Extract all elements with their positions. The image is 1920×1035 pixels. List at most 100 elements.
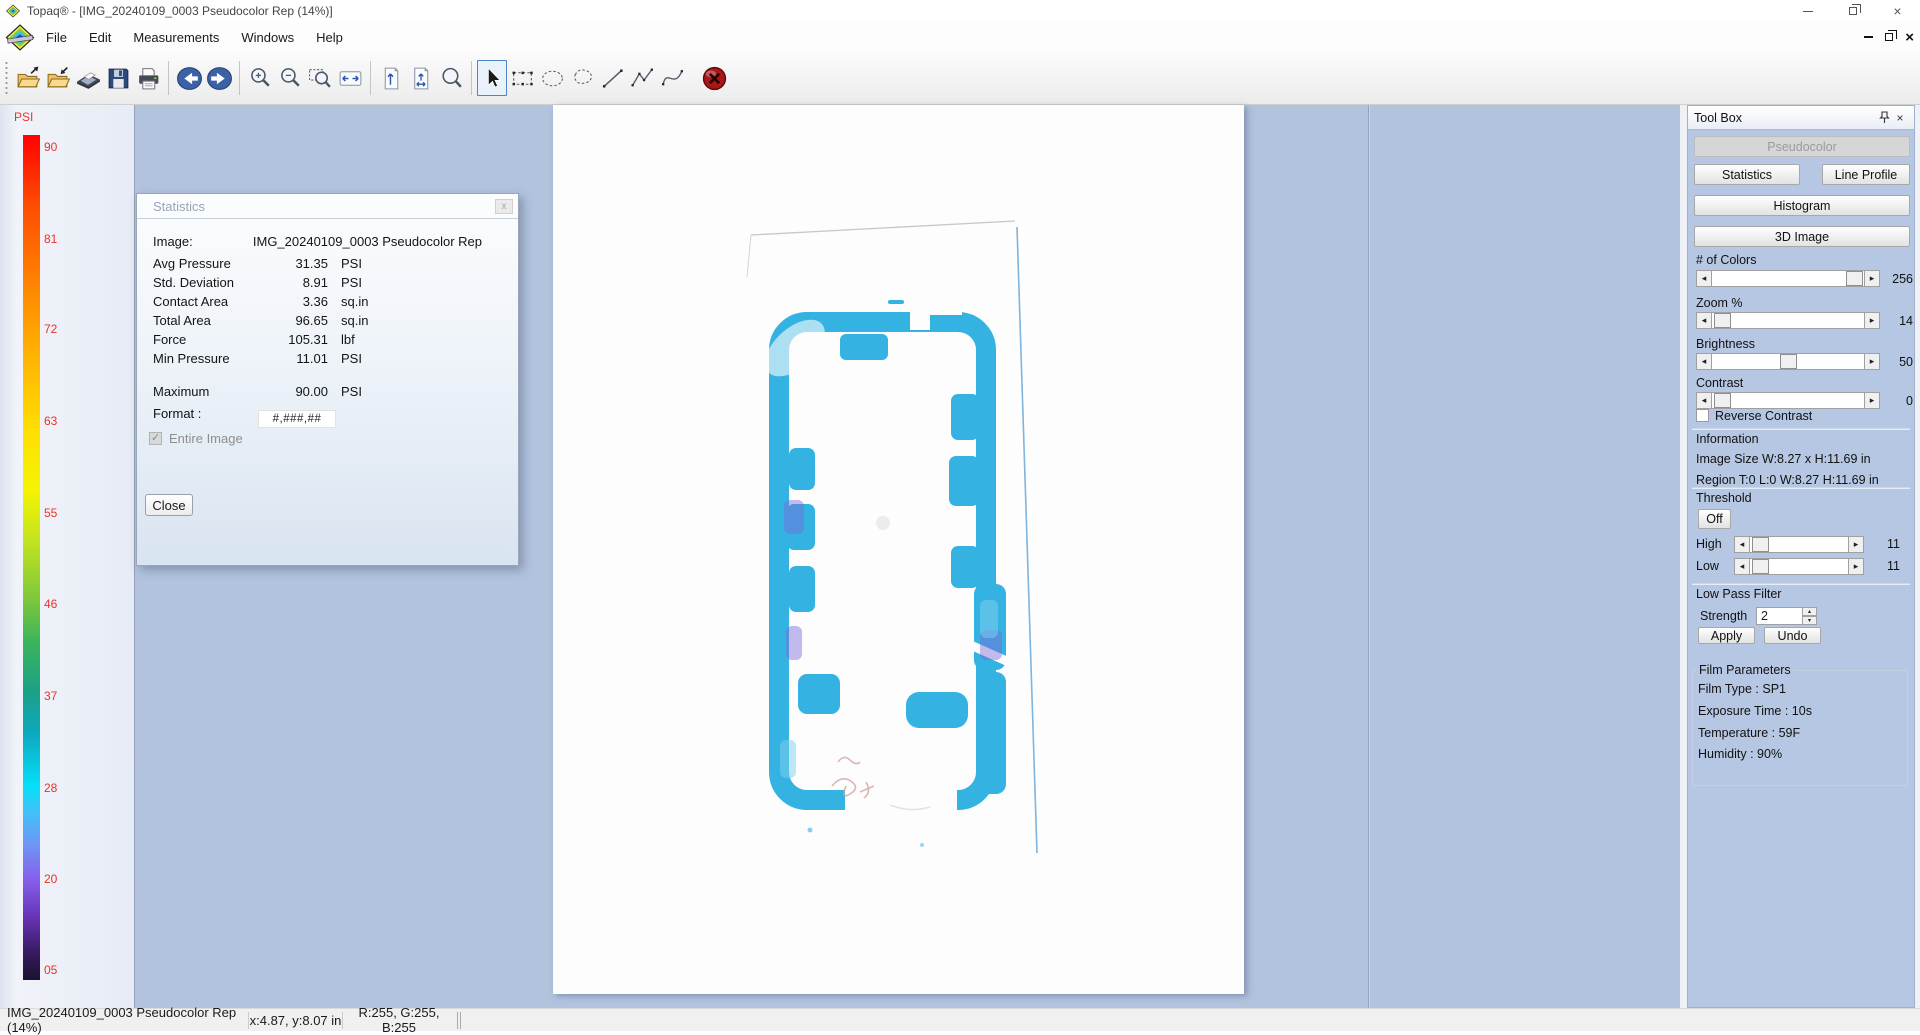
- save-icon[interactable]: [103, 58, 133, 98]
- colors-slider-right-arrow[interactable]: ▸: [1864, 270, 1880, 287]
- polyline-tool-icon[interactable]: [627, 58, 657, 98]
- contrast-slider-left-arrow[interactable]: ◂: [1696, 392, 1712, 409]
- brightness-slider-left-arrow[interactable]: ◂: [1696, 353, 1712, 370]
- scanned-page[interactable]: [553, 105, 1244, 994]
- statistics-close-icon[interactable]: x: [495, 199, 513, 214]
- colors-slider[interactable]: ◂ ▸: [1696, 270, 1880, 287]
- status-grip: [457, 1012, 458, 1029]
- menu-file[interactable]: File: [35, 26, 78, 49]
- brightness-slider[interactable]: ◂ ▸: [1696, 353, 1880, 370]
- stat-value: 90.00: [232, 384, 328, 399]
- pointer-icon[interactable]: [477, 60, 507, 96]
- stat-label: Force: [153, 332, 186, 347]
- scale-tick: 55: [44, 507, 57, 520]
- threshold-high-right-arrow[interactable]: ▸: [1848, 536, 1864, 553]
- toolbox-header[interactable]: Tool Box ×: [1688, 106, 1914, 130]
- zoom-out-icon[interactable]: [275, 58, 305, 98]
- line-profile-button[interactable]: Line Profile: [1822, 164, 1910, 185]
- delete-icon[interactable]: [699, 58, 729, 98]
- stat-unit: PSI: [341, 351, 362, 366]
- menu-measurements[interactable]: Measurements: [122, 26, 230, 49]
- 3d-image-button[interactable]: 3D Image: [1694, 226, 1910, 247]
- open-image-icon[interactable]: [43, 58, 73, 98]
- brightness-slider-thumb[interactable]: [1780, 354, 1797, 369]
- contrast-slider-track[interactable]: [1712, 392, 1864, 409]
- threshold-low-left-arrow[interactable]: ◂: [1734, 558, 1750, 575]
- mdi-close-button[interactable]: ×: [1905, 29, 1914, 46]
- pseudocolor-button[interactable]: Pseudocolor: [1694, 136, 1910, 157]
- zoom-slider-right-arrow[interactable]: ▸: [1864, 312, 1880, 329]
- scale-tick: 72: [44, 323, 57, 336]
- close-button[interactable]: ×: [1875, 0, 1920, 22]
- reverse-contrast-checkbox[interactable]: [1696, 409, 1709, 422]
- stat-value: 8.91: [232, 275, 328, 290]
- contrast-slider[interactable]: ◂ ▸: [1696, 392, 1880, 409]
- threshold-low-slider[interactable]: ◂ ▸: [1734, 558, 1864, 575]
- contrast-slider-right-arrow[interactable]: ▸: [1864, 392, 1880, 409]
- zoom-slider-thumb[interactable]: [1714, 313, 1731, 328]
- zoom-in-icon[interactable]: [245, 58, 275, 98]
- menu-windows[interactable]: Windows: [230, 26, 305, 49]
- zoom-slider-track[interactable]: [1712, 312, 1864, 329]
- zoom-slider-left-arrow[interactable]: ◂: [1696, 312, 1712, 329]
- print-icon[interactable]: [133, 58, 163, 98]
- format-input[interactable]: #,###,##: [258, 410, 336, 428]
- fit-height-icon[interactable]: [376, 58, 406, 98]
- brightness-slider-track[interactable]: [1712, 353, 1864, 370]
- histogram-button[interactable]: Histogram: [1694, 195, 1910, 216]
- reverse-contrast-label: Reverse Contrast: [1715, 409, 1812, 423]
- minimize-button[interactable]: [1785, 0, 1830, 22]
- threshold-low-track[interactable]: [1750, 558, 1848, 575]
- statistics-close-button[interactable]: Close: [145, 494, 193, 516]
- zoom-region-icon[interactable]: [305, 58, 335, 98]
- threshold-high-left-arrow[interactable]: ◂: [1734, 536, 1750, 553]
- threshold-high-track[interactable]: [1750, 536, 1848, 553]
- threshold-low-right-arrow[interactable]: ▸: [1848, 558, 1864, 575]
- forward-icon[interactable]: [204, 58, 234, 98]
- zoom-slider[interactable]: ◂ ▸: [1696, 312, 1880, 329]
- threshold-high-thumb[interactable]: [1752, 537, 1769, 552]
- stats-image-label: Image:: [153, 234, 193, 249]
- mdi-minimize-button[interactable]: [1864, 36, 1873, 38]
- curve-tool-icon[interactable]: [657, 58, 687, 98]
- brightness-slider-right-arrow[interactable]: ▸: [1864, 353, 1880, 370]
- contrast-slider-thumb[interactable]: [1714, 393, 1731, 408]
- colors-slider-track[interactable]: [1712, 270, 1864, 287]
- menu-edit[interactable]: Edit: [78, 26, 122, 49]
- undo-button[interactable]: Undo: [1764, 627, 1821, 644]
- colors-slider-thumb[interactable]: [1846, 271, 1863, 286]
- strength-input[interactable]: 2: [1756, 607, 1803, 625]
- toolbar-grip[interactable]: [4, 59, 9, 97]
- statistics-dialog-titlebar[interactable]: Statistics x: [137, 194, 518, 219]
- pin-icon[interactable]: [1876, 110, 1892, 126]
- lasso-select-icon[interactable]: [567, 58, 597, 98]
- line-tool-icon[interactable]: [597, 58, 627, 98]
- stat-label: Contact Area: [153, 294, 228, 309]
- stats-row: Total Area 96.65 sq.in: [137, 313, 518, 329]
- colors-slider-left-arrow[interactable]: ◂: [1696, 270, 1712, 287]
- threshold-low-thumb[interactable]: [1752, 559, 1769, 574]
- mdi-restore-button[interactable]: [1885, 33, 1893, 41]
- menu-help[interactable]: Help: [305, 26, 354, 49]
- ellipse-select-icon[interactable]: [537, 58, 567, 98]
- scale-tick: 20: [44, 873, 57, 886]
- apply-button[interactable]: Apply: [1698, 627, 1755, 644]
- scale-tick: 46: [44, 598, 57, 611]
- statistics-button[interactable]: Statistics: [1694, 164, 1800, 185]
- scan-icon[interactable]: [73, 58, 103, 98]
- open-report-icon[interactable]: [13, 58, 43, 98]
- threshold-off-button[interactable]: Off: [1698, 509, 1731, 529]
- fit-width-icon[interactable]: [335, 58, 365, 98]
- threshold-high-slider[interactable]: ◂ ▸: [1734, 536, 1864, 553]
- rectangle-select-icon[interactable]: [507, 58, 537, 98]
- toolbar-separator: [471, 61, 472, 95]
- strength-up-arrow[interactable]: ▴: [1802, 607, 1817, 616]
- toolbox-close-icon[interactable]: ×: [1892, 110, 1908, 126]
- fit-page-icon[interactable]: [406, 58, 436, 98]
- restore-button[interactable]: [1830, 0, 1875, 22]
- main-area: PSI 90 81 72 63 55 46 37 28 20 05: [0, 105, 1920, 1008]
- entire-image-checkbox[interactable]: [149, 432, 162, 445]
- back-icon[interactable]: [174, 58, 204, 98]
- zoom-actual-icon[interactable]: [436, 58, 466, 98]
- strength-down-arrow[interactable]: ▾: [1802, 616, 1817, 625]
